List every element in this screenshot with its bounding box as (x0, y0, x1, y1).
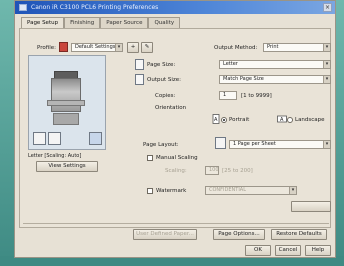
manual-scaling-checkbox[interactable] (147, 155, 153, 161)
scaling-label: Scaling: (165, 168, 187, 174)
close-button[interactable]: × (323, 3, 332, 12)
chevron-down-icon: ▾ (323, 61, 330, 68)
page-size-value: Letter (223, 61, 238, 67)
chevron-down-icon: ▾ (323, 76, 330, 83)
page-layout-preview-icon (215, 137, 226, 149)
page-layout-label: Page Layout: (143, 142, 179, 148)
help-button[interactable]: Help (305, 245, 331, 256)
copies-input[interactable]: 1 (219, 91, 237, 100)
scaling-input[interactable]: 100 (205, 166, 219, 175)
watermark-value: CONFIDENTIAL (209, 187, 247, 193)
portrait-radio[interactable] (221, 117, 227, 123)
profile-select[interactable]: Default Settings ▾ (71, 43, 123, 52)
portrait-icon: A (211, 114, 221, 124)
title-bar: Canon iR C3100 PCL6 Printing Preferences… (15, 1, 335, 14)
portrait-label: Portrait (229, 117, 250, 123)
profile-edit-icon: ✎ (144, 44, 150, 50)
page-layout-value: 1 Page per Sheet (233, 141, 276, 147)
printer-body-icon (51, 78, 81, 112)
scaling-range: [25 to 200] (222, 168, 253, 174)
page-layout-icon (33, 132, 46, 145)
chevron-down-icon: ▾ (115, 44, 122, 51)
copies-range: [1 to 9999] (241, 93, 272, 99)
page-layout-select[interactable]: 1 Page per Sheet ▾ (229, 140, 331, 149)
output-method-value: Print (267, 44, 279, 50)
tab-page-setup[interactable]: Page Setup (21, 17, 65, 28)
printer-base-icon (53, 113, 79, 125)
page-size-icon (135, 59, 144, 70)
chevron-down-icon: ▾ (323, 141, 330, 148)
printer-tray-icon (47, 100, 85, 106)
landscape-label: Landscape (295, 117, 325, 123)
view-settings-button[interactable]: View Settings (36, 161, 98, 172)
landscape-icon: A (277, 114, 287, 124)
copies-value: 1 (223, 92, 227, 98)
add-profile-button[interactable]: + (127, 42, 139, 53)
window-title: Canon iR C3100 PCL6 Printing Preferences (31, 4, 159, 11)
output-size-label: Output Size: (147, 77, 181, 83)
output-method-select[interactable]: Print ▾ (263, 43, 331, 52)
preview-caption: Letter [Scaling: Auto] (28, 153, 82, 159)
tab-finishing[interactable]: Finishing (64, 17, 101, 28)
edit-profile-button[interactable]: ✎ (141, 42, 153, 53)
output-method-label: Output Method: (214, 45, 258, 51)
profile-icon (59, 42, 68, 52)
chevron-down-icon: ▾ (289, 187, 296, 194)
user-defined-paper-button[interactable]: User Defined Paper... (133, 229, 197, 240)
desktop-left-strip (0, 0, 14, 266)
ok-button[interactable]: OK (245, 245, 271, 256)
svg-text:A: A (280, 117, 284, 123)
printing-preferences-dialog: Canon iR C3100 PCL6 Printing Preferences… (14, 0, 336, 258)
tab-paper-source[interactable]: Paper Source (100, 17, 149, 28)
watermark-select[interactable]: CONFIDENTIAL ▾ (205, 186, 297, 195)
profile-value: Default Settings (75, 44, 116, 50)
profile-label: Profile: (37, 45, 56, 51)
output-size-icon (135, 74, 144, 85)
cancel-button[interactable]: Cancel (275, 245, 301, 256)
output-size-select[interactable]: Match Page Size ▾ (219, 75, 331, 84)
page-size-select[interactable]: Letter ▾ (219, 60, 331, 69)
landscape-radio[interactable] (287, 117, 293, 123)
svg-text:A: A (214, 117, 218, 123)
tab-strip: Page Setup Finishing Paper Source Qualit… (21, 17, 181, 28)
finishing-icon (48, 132, 61, 145)
orientation-label: Orientation (155, 105, 187, 111)
page-options-button[interactable]: Page Options... (213, 229, 265, 240)
separator (23, 223, 329, 224)
paper-icon (89, 132, 102, 145)
scaling-value: 100 (209, 167, 219, 173)
chevron-down-icon: ▾ (323, 44, 330, 51)
watermark-checkbox[interactable] (147, 188, 153, 194)
profile-add-icon: + (130, 44, 136, 50)
page-size-label: Page Size: (147, 62, 176, 68)
copies-label: Copies: (155, 93, 176, 99)
watermark-label: Watermark (156, 188, 187, 194)
output-size-value: Match Page Size (223, 76, 264, 82)
manual-scaling-label: Manual Scaling (156, 155, 198, 161)
restore-defaults-button[interactable]: Restore Defaults (271, 229, 327, 240)
edit-watermark-button[interactable] (291, 201, 331, 212)
page-preview (28, 55, 106, 150)
tab-quality[interactable]: Quality (148, 17, 181, 28)
printer-app-icon (19, 4, 27, 11)
